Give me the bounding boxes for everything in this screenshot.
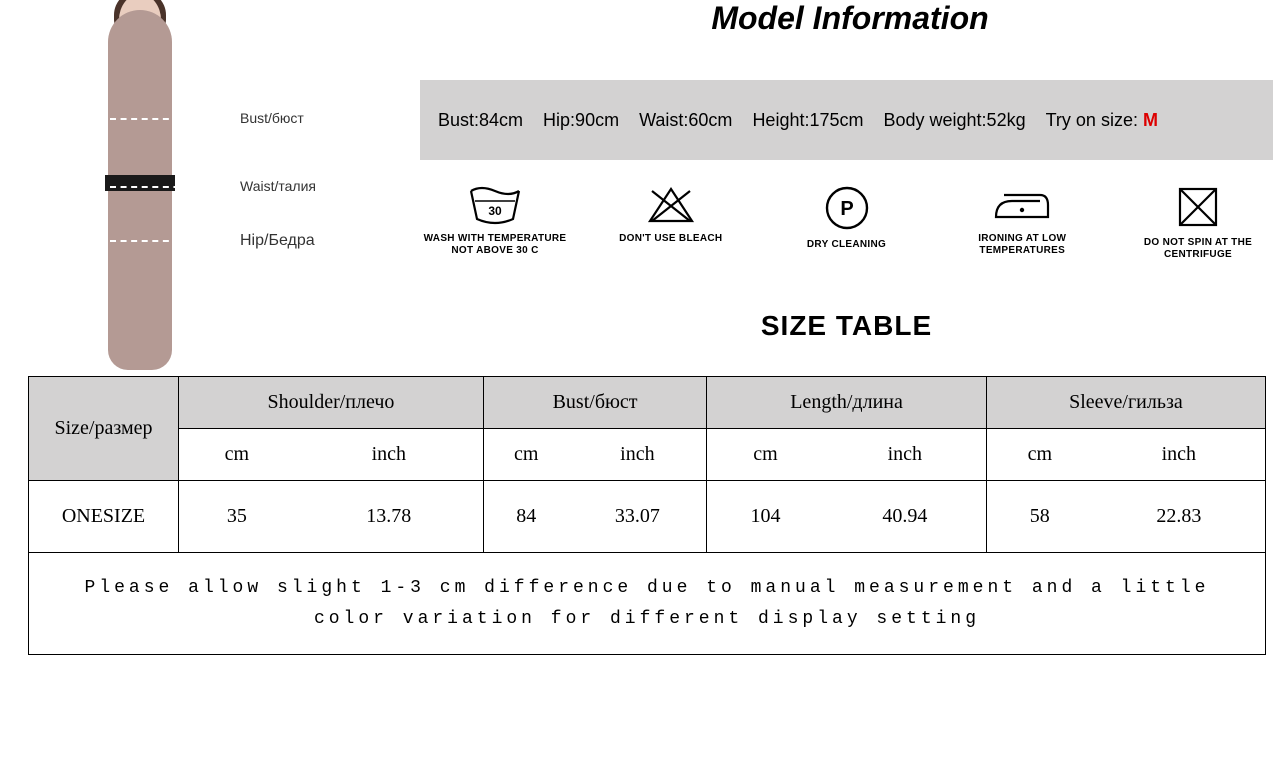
unit-inch: inch <box>569 429 707 481</box>
care-wash-text: WASH WITH TEMPERATURE NOT ABOVE 30 C <box>420 233 570 257</box>
unit-cm: cm <box>179 429 295 481</box>
care-spin-text: DO NOT SPIN AT THE CENTRIFUGE <box>1123 237 1273 261</box>
waist-measure-line <box>110 186 190 188</box>
care-instructions: 30 WASH WITH TEMPERATURE NOT ABOVE 30 C … <box>420 185 1273 261</box>
cell-size: ONESIZE <box>29 481 179 553</box>
mi-weight: Body weight:52kg <box>884 110 1026 131</box>
wash-icon: 30 <box>467 185 523 225</box>
care-iron-text: IRONING AT LOW TEMPERATURES <box>947 233 1097 257</box>
unit-inch: inch <box>295 429 484 481</box>
table-header-row: Size/размер Shoulder/плечо Bust/бюст Len… <box>29 377 1266 429</box>
cell-length-cm: 104 <box>707 481 824 553</box>
svg-text:P: P <box>840 198 853 220</box>
cell-bust-cm: 84 <box>483 481 568 553</box>
hip-measure-line <box>110 240 190 242</box>
hdr-sleeve: Sleeve/гильза <box>986 377 1265 429</box>
hip-label: Hip/Бедра <box>240 232 315 250</box>
care-bleach: DON'T USE BLEACH <box>596 185 746 261</box>
care-spin: DO NOT SPIN AT THE CENTRIFUGE <box>1123 185 1273 261</box>
mi-tryon-prefix: Try on size: <box>1046 110 1143 130</box>
unit-cm: cm <box>986 429 1092 481</box>
hdr-length: Length/длина <box>707 377 987 429</box>
iron-icon <box>992 185 1052 225</box>
size-table: Size/размер Shoulder/плечо Bust/бюст Len… <box>28 376 1266 655</box>
unit-inch: inch <box>1093 429 1266 481</box>
cell-sleeve-in: 22.83 <box>1093 481 1266 553</box>
hdr-size: Size/размер <box>29 377 179 481</box>
svg-text:30: 30 <box>488 204 502 218</box>
waist-label: Waist/талия <box>240 178 316 194</box>
bust-label: Bust/бюст <box>240 110 304 126</box>
model-belt-shape <box>105 175 175 191</box>
cell-sleeve-cm: 58 <box>986 481 1092 553</box>
spin-icon <box>1176 185 1220 229</box>
model-diagram <box>60 0 220 380</box>
care-dry-text: DRY CLEANING <box>772 239 922 251</box>
hdr-bust: Bust/бюст <box>483 377 706 429</box>
care-wash: 30 WASH WITH TEMPERATURE NOT ABOVE 30 C <box>420 185 570 261</box>
mi-hip: Hip:90cm <box>543 110 619 131</box>
cell-shoulder-in: 13.78 <box>295 481 484 553</box>
dryclean-icon: P <box>824 185 870 231</box>
unit-inch: inch <box>824 429 987 481</box>
table-unit-row: cm inch cm inch cm inch cm inch <box>29 429 1266 481</box>
cell-length-in: 40.94 <box>824 481 987 553</box>
page-title: Model Information <box>420 0 1280 37</box>
cell-bust-in: 33.07 <box>569 481 707 553</box>
cell-shoulder-cm: 35 <box>179 481 295 553</box>
table-row: ONESIZE 35 13.78 84 33.07 104 40.94 58 2… <box>29 481 1266 553</box>
model-info-bar: Bust:84cm Hip:90cm Waist:60cm Height:175… <box>420 80 1273 160</box>
bust-measure-line <box>110 118 190 120</box>
hdr-shoulder: Shoulder/плечо <box>179 377 484 429</box>
mi-bust: Bust:84cm <box>438 110 523 131</box>
care-bleach-text: DON'T USE BLEACH <box>596 233 746 245</box>
care-dry: P DRY CLEANING <box>772 185 922 261</box>
care-iron: IRONING AT LOW TEMPERATURES <box>947 185 1097 261</box>
table-footer-row: Please allow slight 1-3 cm difference du… <box>29 553 1266 655</box>
mi-waist: Waist:60cm <box>639 110 732 131</box>
unit-cm: cm <box>707 429 824 481</box>
mi-tryon: Try on size: M <box>1046 110 1158 131</box>
footer-message: Please allow slight 1-3 cm difference du… <box>29 553 1266 655</box>
unit-cm: cm <box>483 429 568 481</box>
bleach-icon <box>646 185 696 225</box>
mi-tryon-value: M <box>1143 110 1158 130</box>
mi-height: Height:175cm <box>752 110 863 131</box>
size-table-title: SIZE TABLE <box>420 310 1273 342</box>
